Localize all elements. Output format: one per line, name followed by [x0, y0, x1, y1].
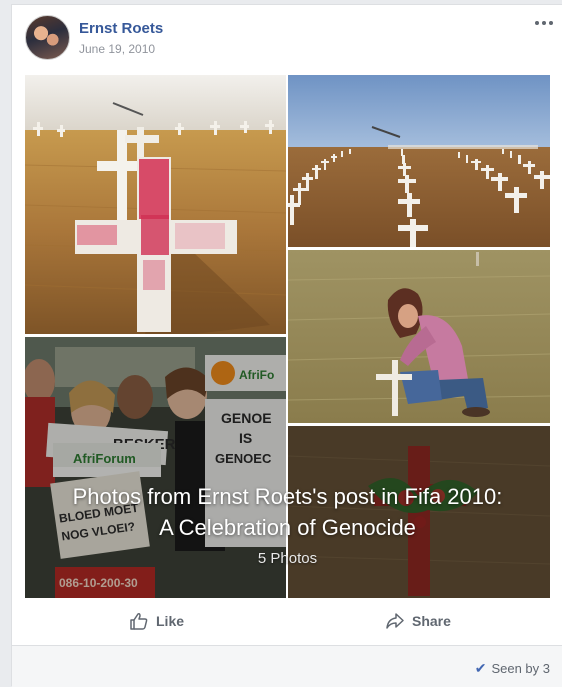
avatar[interactable]	[25, 15, 70, 60]
photo-kneeling-woman[interactable]	[288, 250, 550, 423]
share-button[interactable]: Share	[385, 603, 451, 639]
share-label: Share	[412, 613, 451, 629]
checkmark-icon: ✔	[474, 660, 487, 676]
post-date[interactable]: June 19, 2010	[79, 42, 155, 56]
more-options-icon[interactable]	[532, 15, 556, 31]
post-card: Ernst Roets June 19, 2010 AfriForum BLOE…	[11, 4, 562, 687]
post-header: Ernst Roets June 19, 2010	[12, 5, 562, 71]
like-label: Like	[156, 613, 185, 629]
action-bar: Like Share	[12, 603, 562, 639]
post-footer: ✔ Seen by 3	[12, 645, 562, 687]
photo-red-cross[interactable]	[25, 75, 286, 334]
photo-grid: BESKER AfriForum BLOED MOET NOG VLOEI? 0…	[25, 75, 550, 598]
like-button[interactable]: Like	[129, 603, 184, 639]
seen-by[interactable]: ✔ Seen by 3	[475, 660, 550, 677]
album-title[interactable]: Photos from Ernst Roets's post in Fifa 2…	[25, 481, 550, 543]
seen-label: Seen by 3	[491, 661, 550, 676]
photo-cross-rows[interactable]	[288, 75, 550, 247]
thumbs-up-icon	[130, 613, 148, 630]
photo-count: 5 Photos	[257, 550, 318, 567]
share-arrow-icon	[386, 613, 404, 629]
author-name[interactable]: Ernst Roets	[79, 20, 163, 37]
